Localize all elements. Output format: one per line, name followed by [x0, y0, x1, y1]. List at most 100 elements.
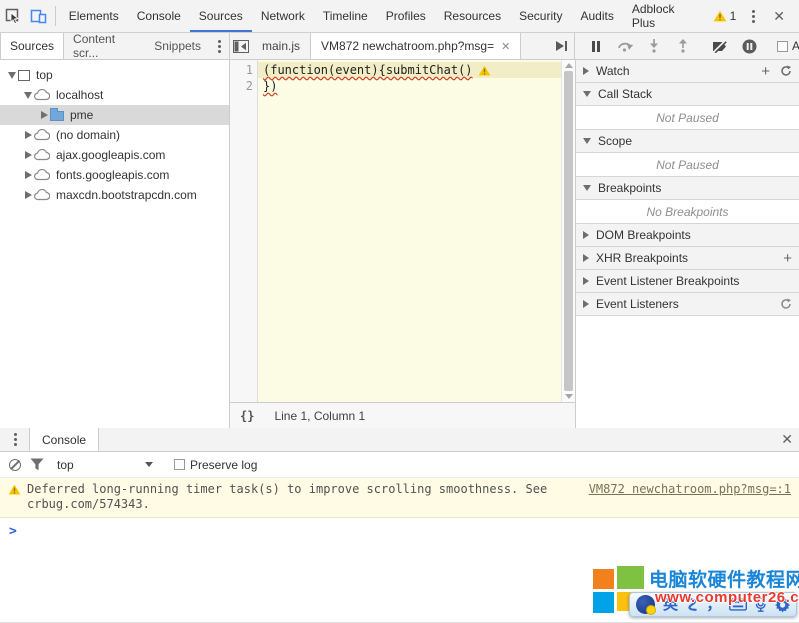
tab-profiles[interactable]: Profiles	[377, 0, 435, 32]
tab-network[interactable]: Network	[252, 0, 314, 32]
show-drawer-icon[interactable]	[550, 35, 572, 57]
navigator-tab-sources[interactable]: Sources	[0, 33, 64, 59]
warning-source-link[interactable]: VM872 newchatroom.php?msg=:1	[589, 482, 791, 496]
inline-warning-icon[interactable]	[478, 65, 491, 76]
section-scope[interactable]: Scope	[576, 130, 799, 153]
chevron-right-icon	[583, 231, 589, 239]
tab-adblock-plus[interactable]: Adblock Plus	[623, 0, 709, 32]
console-warning-badge[interactable]: 1	[709, 9, 741, 23]
debugger-controls: As	[575, 33, 799, 59]
tab-elements[interactable]: Elements	[60, 0, 128, 32]
chevron-down-icon	[583, 138, 591, 144]
tab-security[interactable]: Security	[510, 0, 571, 32]
tab-sources[interactable]: Sources	[190, 0, 252, 32]
folder-icon	[50, 109, 64, 121]
section-label: Event Listeners	[596, 297, 679, 311]
section-dom-breakpoints[interactable]: DOM Breakpoints	[576, 224, 799, 247]
code-line-2: })	[258, 78, 561, 94]
code-line-1: (function(event){submitChat()	[258, 62, 561, 78]
chevron-right-icon	[583, 300, 589, 308]
section-breakpoints[interactable]: Breakpoints	[576, 177, 799, 200]
navigator-tab-snippets[interactable]: Snippets	[145, 33, 210, 59]
chevron-right-icon	[583, 254, 589, 262]
add-xhr-breakpoint-icon[interactable]: +	[783, 251, 792, 266]
warning-triangle-icon	[8, 484, 21, 495]
scroll-up-icon[interactable]	[565, 63, 573, 68]
section-watch[interactable]: Watch +	[576, 60, 799, 83]
file-tab-vm872[interactable]: VM872 newchatroom.php?msg= ✕	[310, 33, 521, 59]
device-toolbar-icon[interactable]	[25, 0, 50, 32]
refresh-icon[interactable]	[780, 298, 792, 310]
tree-item-label: localhost	[56, 88, 103, 102]
section-event-listeners[interactable]: Event Listeners	[576, 293, 799, 316]
tree-item-fonts-googleapis[interactable]: fonts.googleapis.com	[0, 165, 229, 185]
section-call-stack[interactable]: Call Stack	[576, 83, 799, 106]
chevron-right-icon	[41, 111, 48, 119]
pretty-print-icon[interactable]: {}	[230, 403, 264, 428]
chevron-down-icon	[145, 462, 153, 467]
async-checkbox-wrap: As	[777, 39, 799, 53]
tree-item-no-domain[interactable]: (no domain)	[0, 125, 229, 145]
tree-item-pme[interactable]: pme	[0, 105, 229, 125]
tree-item-maxcdn-bootstrapcdn[interactable]: maxcdn.bootstrapcdn.com	[0, 185, 229, 205]
refresh-icon[interactable]	[780, 65, 792, 77]
section-xhr-breakpoints[interactable]: XHR Breakpoints +	[576, 247, 799, 270]
close-devtools-icon[interactable]: ✕	[767, 8, 791, 25]
file-tab-mainjs[interactable]: main.js	[252, 33, 310, 59]
tree-item-top[interactable]: top	[0, 65, 229, 85]
scrollbar-thumb[interactable]	[564, 71, 573, 391]
ime-logo-icon[interactable]	[636, 595, 655, 614]
execution-context-select[interactable]: top	[53, 458, 153, 472]
line-number-gutter[interactable]: 1 2	[230, 60, 258, 402]
file-tab-label: VM872 newchatroom.php?msg=	[321, 39, 494, 53]
tree-item-localhost[interactable]: localhost	[0, 85, 229, 105]
watermark-url: www.computer26.com	[655, 589, 799, 606]
call-stack-empty: Not Paused	[576, 106, 799, 130]
frame-icon	[18, 70, 30, 81]
section-label: DOM Breakpoints	[596, 228, 691, 242]
cloud-icon	[34, 149, 50, 161]
pause-on-exceptions-icon[interactable]	[738, 35, 760, 57]
chevron-down-icon	[8, 72, 16, 79]
section-event-listener-breakpoints[interactable]: Event Listener Breakpoints	[576, 270, 799, 293]
warning-triangle-icon	[713, 10, 727, 22]
sources-main-area: top localhost pme (no domain)	[0, 60, 799, 428]
drawer-menu-icon[interactable]	[6, 429, 25, 450]
preserve-log-checkbox[interactable]	[174, 459, 185, 470]
add-watch-icon[interactable]: +	[761, 64, 770, 79]
code-editor[interactable]: (function(event){submitChat() })	[258, 60, 561, 402]
tree-item-ajax-googleapis[interactable]: ajax.googleapis.com	[0, 145, 229, 165]
close-tab-icon[interactable]: ✕	[501, 40, 510, 53]
preserve-log-label: Preserve log	[190, 458, 257, 472]
toolbar-divider	[55, 6, 56, 26]
tree-item-label: top	[36, 68, 53, 82]
prompt-chevron: >	[9, 524, 17, 539]
line-number: 2	[230, 78, 253, 94]
devtools-menu-icon[interactable]	[744, 6, 763, 27]
step-over-icon[interactable]	[614, 35, 636, 57]
pause-script-icon[interactable]	[585, 35, 607, 57]
tree-item-label: (no domain)	[56, 128, 120, 142]
console-tab[interactable]: Console	[29, 428, 99, 451]
tab-console[interactable]: Console	[128, 0, 190, 32]
editor-scrollbar[interactable]	[561, 60, 575, 402]
step-into-icon[interactable]	[643, 35, 665, 57]
chevron-right-icon	[25, 131, 32, 139]
navigator-menu-icon[interactable]	[210, 36, 229, 57]
tab-timeline[interactable]: Timeline	[314, 0, 377, 32]
deactivate-breakpoints-icon[interactable]	[709, 35, 731, 57]
inspect-element-icon[interactable]	[0, 0, 25, 32]
cloud-icon	[34, 169, 50, 181]
navigator-tab-content-scripts[interactable]: Content scr...	[64, 33, 145, 59]
tab-audits[interactable]: Audits	[571, 0, 622, 32]
close-drawer-icon[interactable]: ✕	[775, 431, 799, 448]
filter-icon[interactable]	[30, 458, 44, 471]
tab-resources[interactable]: Resources	[435, 0, 510, 32]
scroll-down-icon[interactable]	[565, 394, 573, 399]
collapse-navigator-icon[interactable]	[230, 35, 252, 57]
chevron-down-icon	[24, 92, 32, 99]
step-out-icon[interactable]	[672, 35, 694, 57]
devtools-top-toolbar: Elements Console Sources Network Timelin…	[0, 0, 799, 33]
clear-console-icon[interactable]	[9, 459, 21, 471]
async-checkbox[interactable]	[777, 41, 788, 52]
